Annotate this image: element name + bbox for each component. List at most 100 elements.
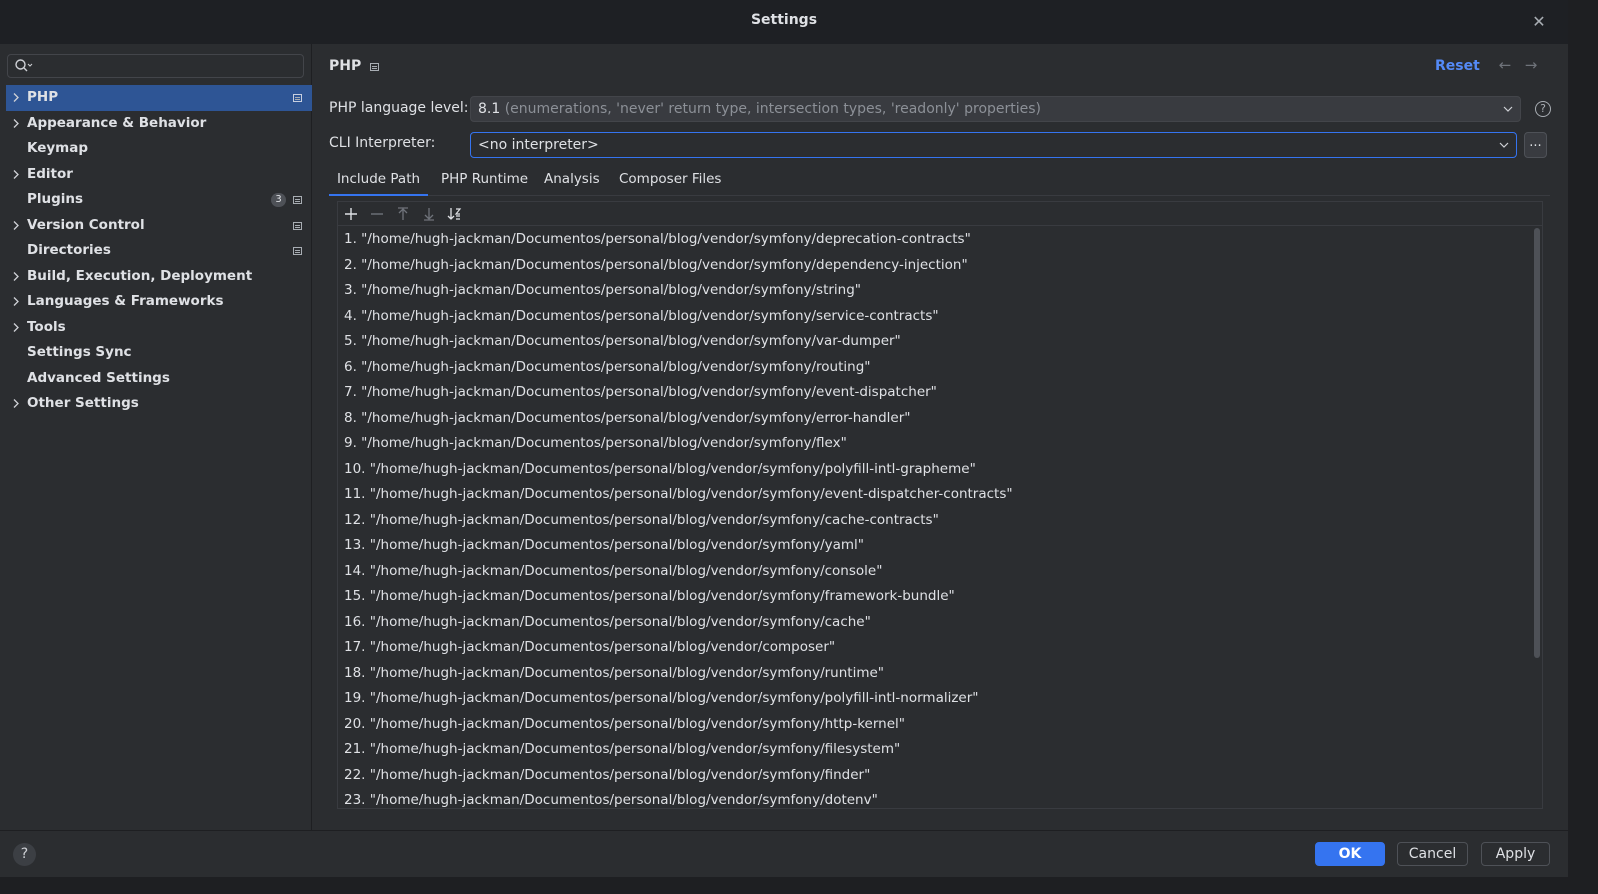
search-input[interactable] <box>38 57 298 75</box>
move-down-icon[interactable] <box>419 204 439 224</box>
sidebar-item-tools[interactable]: Tools <box>0 315 312 341</box>
list-item[interactable]: 7. "/home/hugh-jackman/Documentos/person… <box>338 380 1532 406</box>
close-icon[interactable]: ✕ <box>1528 11 1550 33</box>
list-item[interactable]: 12. "/home/hugh-jackman/Documentos/perso… <box>338 508 1532 534</box>
page-title: PHP <box>329 58 362 74</box>
sidebar-item-directories[interactable]: Directories <box>0 238 312 264</box>
sidebar-item-label: Version Control <box>27 216 145 233</box>
list-item[interactable]: 5. "/home/hugh-jackman/Documentos/person… <box>338 329 1532 355</box>
sidebar-item-label: Settings Sync <box>27 344 132 360</box>
chevron-right-icon[interactable] <box>11 213 21 238</box>
language-level-description: (enumerations, 'never' return type, inte… <box>504 101 1042 117</box>
chevron-right-icon[interactable] <box>11 391 21 416</box>
sidebar-item-label: Tools <box>27 318 66 335</box>
cancel-button[interactable]: Cancel <box>1397 842 1468 866</box>
add-icon[interactable] <box>341 204 361 224</box>
list-item[interactable]: 1. "/home/hugh-jackman/Documentos/person… <box>338 227 1532 253</box>
dialog-footer: ? OK Cancel Apply <box>0 830 1568 877</box>
chevron-right-icon[interactable] <box>11 264 21 289</box>
tab-include-path[interactable]: Include Path <box>329 166 428 196</box>
tab-composer-files[interactable]: Composer Files <box>619 166 721 196</box>
help-button[interactable]: ? <box>13 843 36 866</box>
sidebar-item-label: Plugins <box>27 191 84 207</box>
sidebar-item-label: Directories <box>27 242 111 258</box>
ok-button[interactable]: OK <box>1315 842 1385 866</box>
list-item[interactable]: 22. "/home/hugh-jackman/Documentos/perso… <box>338 763 1532 789</box>
sidebar-item-advanced-settings[interactable]: Advanced Settings <box>0 366 312 392</box>
sidebar-item-editor[interactable]: Editor <box>0 162 312 188</box>
sidebar-item-label: PHP <box>27 89 59 105</box>
list-item[interactable]: 2. "/home/hugh-jackman/Documentos/person… <box>338 253 1532 279</box>
sidebar-item-plugins[interactable]: Plugins 3 <box>0 187 312 213</box>
sidebar-item-languages-frameworks[interactable]: Languages & Frameworks <box>0 289 312 315</box>
list-item[interactable]: 9. "/home/hugh-jackman/Documentos/person… <box>338 431 1532 457</box>
sidebar-item-build-execution-deployment[interactable]: Build, Execution, Deployment <box>0 264 312 290</box>
list-item[interactable]: 16. "/home/hugh-jackman/Documentos/perso… <box>338 610 1532 636</box>
move-up-icon[interactable] <box>393 204 413 224</box>
list-item[interactable]: 10. "/home/hugh-jackman/Documentos/perso… <box>338 457 1532 483</box>
list-item[interactable]: 17. "/home/hugh-jackman/Documentos/perso… <box>338 635 1532 661</box>
arrow-left-icon[interactable]: ← <box>1496 56 1514 74</box>
sidebar-item-other-settings[interactable]: Other Settings <box>0 391 312 417</box>
chevron-right-icon[interactable] <box>11 85 21 110</box>
language-level-select[interactable]: 8.1 (enumerations, 'never' return type, … <box>470 96 1521 122</box>
settings-content: PHP Reset ← → PHP language level: 8.1 (e… <box>313 44 1568 830</box>
chevron-right-icon[interactable] <box>11 289 21 314</box>
cli-interpreter-value: <no interpreter> <box>478 137 599 153</box>
language-level-label: PHP language level: <box>329 100 469 116</box>
list-item[interactable]: 13. "/home/hugh-jackman/Documentos/perso… <box>338 533 1532 559</box>
sidebar-item-settings-sync[interactable]: Settings Sync <box>0 340 312 366</box>
window-edge <box>0 877 1568 894</box>
list-item[interactable]: 3. "/home/hugh-jackman/Documentos/person… <box>338 278 1532 304</box>
dialog-title: Settings <box>750 12 818 28</box>
chevron-right-icon[interactable] <box>11 111 21 136</box>
chevron-down-icon <box>1499 142 1509 148</box>
list-item[interactable]: 8. "/home/hugh-jackman/Documentos/person… <box>338 406 1532 432</box>
help-icon[interactable]: ? <box>1535 101 1551 117</box>
sidebar-item-version-control[interactable]: Version Control <box>0 213 312 239</box>
sidebar-item-appearance-behavior[interactable]: Appearance & Behavior <box>0 111 312 137</box>
reset-link[interactable]: Reset <box>1435 58 1480 74</box>
list-item[interactable]: 4. "/home/hugh-jackman/Documentos/person… <box>338 304 1532 330</box>
sidebar-item-keymap[interactable]: Keymap <box>0 136 312 162</box>
cli-interpreter-select[interactable]: <no interpreter> <box>470 132 1517 158</box>
search-icon <box>15 59 33 72</box>
list-item[interactable]: 6. "/home/hugh-jackman/Documentos/person… <box>338 355 1532 381</box>
list-item[interactable]: 15. "/home/hugh-jackman/Documentos/perso… <box>338 584 1532 610</box>
language-level-version: 8.1 <box>478 101 501 117</box>
settings-dialog: Settings ✕ PHP Appearance & Behavior Keyma… <box>0 0 1598 894</box>
sidebar-item-label: Advanced Settings <box>27 369 170 386</box>
include-path-list[interactable]: 1. "/home/hugh-jackman/Documentos/person… <box>338 227 1532 808</box>
list-toolbar <box>338 202 1542 226</box>
search-field[interactable] <box>7 54 304 78</box>
include-path-panel: 1. "/home/hugh-jackman/Documentos/person… <box>337 201 1543 809</box>
list-item[interactable]: 20. "/home/hugh-jackman/Documentos/perso… <box>338 712 1532 738</box>
list-item[interactable]: 23. "/home/hugh-jackman/Documentos/perso… <box>338 788 1532 808</box>
chevron-down-icon <box>1503 106 1513 112</box>
tab-analysis[interactable]: Analysis <box>544 166 600 196</box>
list-item[interactable]: 21. "/home/hugh-jackman/Documentos/perso… <box>338 737 1532 763</box>
sidebar-item-label: Keymap <box>27 140 89 156</box>
list-item[interactable]: 14. "/home/hugh-jackman/Documentos/perso… <box>338 559 1532 585</box>
sidebar-item-php[interactable]: PHP <box>6 85 312 111</box>
sidebar-item-label: Languages & Frameworks <box>27 293 224 309</box>
chevron-right-icon[interactable] <box>11 315 21 340</box>
list-item[interactable]: 11. "/home/hugh-jackman/Documentos/perso… <box>338 482 1532 508</box>
browse-interpreter-button[interactable]: ... <box>1524 132 1547 158</box>
scrollbar[interactable] <box>1534 228 1540 658</box>
apply-button[interactable]: Apply <box>1481 842 1550 866</box>
tab-php-runtime[interactable]: PHP Runtime <box>441 166 528 196</box>
project-level-icon <box>293 247 302 255</box>
list-item[interactable]: 19. "/home/hugh-jackman/Documentos/perso… <box>338 686 1532 712</box>
remove-icon[interactable] <box>367 204 387 224</box>
project-level-icon <box>293 196 302 204</box>
arrow-right-icon[interactable]: → <box>1522 56 1540 74</box>
sort-icon[interactable] <box>445 204 465 224</box>
settings-sidebar: PHP Appearance & Behavior Keymap Editor Plug… <box>0 44 312 830</box>
title-bar: Settings ✕ <box>0 0 1568 44</box>
list-item[interactable]: 18. "/home/hugh-jackman/Documentos/perso… <box>338 661 1532 687</box>
project-level-icon <box>293 94 302 102</box>
project-level-icon <box>370 63 379 71</box>
chevron-right-icon[interactable] <box>11 162 21 187</box>
cli-interpreter-label: CLI Interpreter: <box>329 135 436 151</box>
